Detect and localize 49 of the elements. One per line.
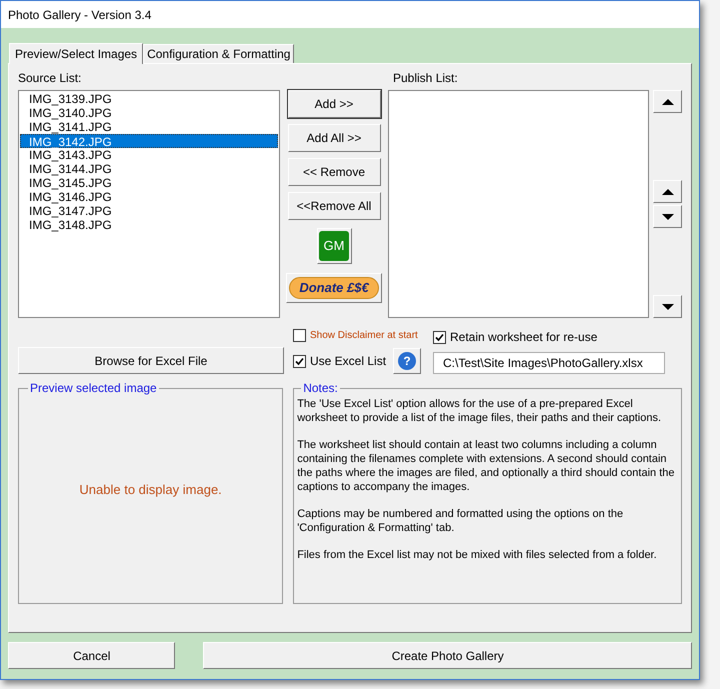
action-button[interactable]: Add All >>: [288, 124, 380, 152]
browse-button[interactable]: Browse for Excel File: [18, 347, 284, 374]
list-item[interactable]: IMG_3142.JPG: [20, 134, 278, 148]
source-list-label: Source List:: [18, 70, 82, 87]
action-button[interactable]: Add >>: [288, 90, 380, 118]
checkbox-label: Use Excel List: [310, 353, 386, 370]
help-button[interactable]: ?: [393, 348, 422, 374]
move-up-button[interactable]: [653, 90, 682, 113]
notes-paragraph: The 'Use Excel List' option allows for the use of a pre-prepared Excel worksheet to provide a list of the image files, their paths and their captions.: [297, 397, 662, 425]
checkmark-icon: [295, 356, 304, 366]
window-title: Photo Gallery - Version 3.4: [8, 6, 152, 24]
notes-title: Notes:: [302, 380, 339, 397]
help-icon: ?: [398, 352, 416, 370]
list-item[interactable]: IMG_3147.JPG: [20, 204, 278, 218]
checkbox[interactable]: [293, 329, 306, 342]
list-item[interactable]: IMG_3141.JPG: [20, 120, 278, 134]
down-triangle-icon: [660, 212, 674, 220]
cancel-button[interactable]: Cancel: [8, 642, 176, 669]
publish-list-label: Publish List:: [393, 70, 458, 87]
tab[interactable]: Configuration & Formatting: [143, 44, 294, 63]
list-item[interactable]: IMG_3144.JPG: [20, 162, 278, 176]
list-item[interactable]: IMG_3148.JPG: [20, 218, 278, 232]
notes-paragraph: Captions may be numbered and formatted using the options on the 'Configuration & Formatting' tab.: [297, 507, 624, 535]
preview-group-title: Preview selected image: [29, 380, 158, 397]
checkbox-label: Retain worksheet for re-use: [450, 329, 598, 346]
list-item[interactable]: IMG_3146.JPG: [20, 190, 278, 204]
excel-path-field[interactable]: C:\Test\Site Images\PhotoGallery.xlsx: [433, 352, 665, 374]
checkmark-icon: [435, 332, 444, 342]
list-item[interactable]: IMG_3145.JPG: [20, 176, 278, 190]
action-button[interactable]: << Remove: [288, 158, 380, 186]
down-triangle-icon: [660, 302, 674, 310]
notes-paragraph: The worksheet list should contain at least two columns including a column containing the filenames complete with extensions. A second should contain the paths where the images are filed, and optionally a third should contain the captions to accompany the images.: [297, 438, 676, 494]
action-button[interactable]: <<Remove All: [288, 192, 380, 220]
checkbox-label: Show Disclaimer at start: [310, 329, 418, 343]
checkbox[interactable]: [433, 330, 446, 344]
list-item[interactable]: IMG_3140.JPG: [20, 106, 278, 120]
up-triangle-icon: [660, 188, 674, 196]
tab[interactable]: Preview/Select Images: [9, 43, 144, 64]
move-down-button[interactable]: [653, 295, 682, 318]
move-up-button[interactable]: [653, 180, 682, 203]
move-down-button[interactable]: [653, 205, 682, 228]
list-item[interactable]: IMG_3139.JPG: [20, 92, 278, 106]
preview-message: Unable to display image.: [79, 481, 222, 500]
list-item[interactable]: IMG_3143.JPG: [20, 148, 278, 162]
checkbox[interactable]: [293, 354, 306, 368]
create-gallery-button[interactable]: Create Photo Gallery: [203, 642, 692, 669]
notes-paragraph: Files from the Excel list may not be mixed with files selected from a folder.: [297, 548, 658, 562]
up-triangle-icon: [660, 98, 674, 106]
source-list[interactable]: IMG_3139.JPG IMG_3140.JPG IMG_3141.JPG IMG_3142.JPG IMG_3143.JPG IMG_3144.JPG IMG_3145.JPG IMG_3146.JPG IMG_3147.JPG IMG_3148.JPG: [18, 90, 280, 318]
